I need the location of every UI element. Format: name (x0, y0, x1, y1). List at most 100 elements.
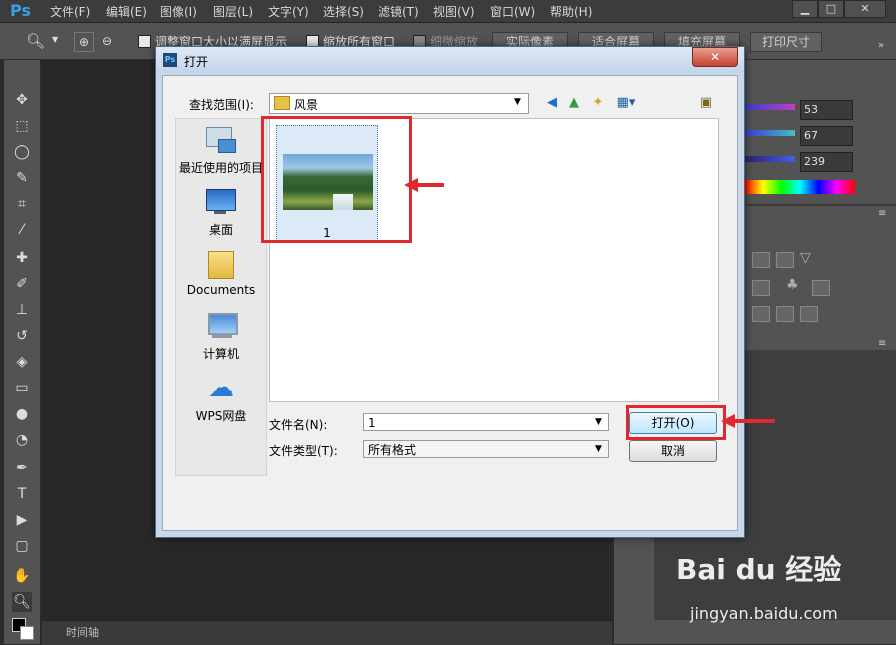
close-window-button[interactable]: ✕ (844, 0, 886, 18)
green-slider[interactable] (745, 130, 795, 136)
zoom-out-icon[interactable]: ⊖ (98, 32, 116, 50)
look-in-label: 查找范围(I): (189, 98, 254, 112)
path-select-icon[interactable]: ▶ (12, 510, 32, 530)
panel-menu-icon[interactable]: ≡ (878, 208, 886, 219)
menu-filter[interactable]: 滤镜(T) (378, 3, 419, 20)
chevron-down-icon[interactable]: ▼ (595, 444, 602, 454)
zoom-in-icon[interactable]: ⊕ (74, 32, 94, 52)
exposure-icon[interactable] (776, 252, 794, 268)
type-tool-icon[interactable]: T (12, 484, 32, 504)
menu-type[interactable]: 文字(Y) (268, 3, 309, 20)
chevron-down-icon[interactable]: ▼ (595, 417, 602, 427)
panel-divider (746, 204, 896, 206)
panel-collapse-icon[interactable]: » (878, 40, 884, 51)
filename-label: 文件名(N): (269, 418, 328, 432)
dialog-titlebar: Ps 打开 ✕ (156, 47, 744, 73)
place-recent[interactable]: 最近使用的项目 (176, 159, 266, 176)
stamp-tool-icon[interactable]: ⊥ (12, 300, 32, 320)
folder-icon (274, 96, 290, 110)
chevron-down-icon[interactable]: ▼ (52, 35, 58, 44)
dodge-tool-icon[interactable]: ◔ (12, 430, 32, 450)
menu-file[interactable]: 文件(F) (50, 3, 90, 20)
place-documents[interactable]: Documents (176, 283, 266, 297)
blue-value-field[interactable]: 239 (800, 152, 853, 172)
menu-edit[interactable]: 编辑(E) (106, 3, 147, 20)
cloud-icon[interactable]: ☁ (204, 373, 238, 403)
quick-select-tool-icon[interactable]: ✎ (12, 168, 32, 188)
place-desktop[interactable]: 桌面 (176, 221, 266, 238)
print-size-button[interactable]: 打印尺寸 (750, 32, 822, 52)
menu-select[interactable]: 选择(S) (323, 3, 364, 20)
menu-view[interactable]: 视图(V) (433, 3, 475, 20)
gradient-map-icon[interactable]: ▽ (800, 250, 811, 266)
move-tool-icon[interactable]: ✥ (12, 90, 32, 110)
layers-menu-icon[interactable]: ≡ (878, 338, 886, 349)
green-value-field[interactable]: 67 (800, 126, 853, 146)
documents-folder-icon[interactable] (204, 247, 238, 279)
filename-value: 1 (368, 416, 376, 430)
filename-input[interactable]: 1 (363, 413, 609, 431)
resize-windows-checkbox[interactable] (138, 35, 151, 48)
red-slider[interactable] (745, 104, 795, 110)
menubar: Ps 文件(F) 编辑(E) 图像(I) 图层(L) 文字(Y) 选择(S) 滤… (0, 0, 896, 23)
posterize-icon[interactable] (752, 306, 770, 322)
look-in-dropdown[interactable]: 风景 ▼ (269, 93, 529, 114)
place-wps-cloud[interactable]: WPS网盘 (176, 407, 266, 424)
computer-icon[interactable] (204, 311, 238, 341)
healing-brush-icon[interactable]: ✚ (12, 248, 32, 268)
favorites-folder-icon[interactable]: ▣ (697, 94, 715, 112)
back-icon[interactable]: ◀ (543, 94, 561, 112)
eraser-tool-icon[interactable]: ◈ (12, 352, 32, 372)
background-color-swatch[interactable] (20, 626, 34, 640)
timeline-tab[interactable]: 时间轴 (66, 624, 99, 640)
red-arrow-open-body (733, 419, 775, 423)
threshold-icon[interactable] (776, 306, 794, 322)
lasso-tool-icon[interactable]: ◯ (12, 142, 32, 162)
highlight-box-open (626, 405, 726, 440)
red-arrow-file-body (416, 183, 444, 187)
menu-image[interactable]: 图像(I) (160, 3, 197, 20)
zoom-tool-icon[interactable]: 🔍︎ (26, 32, 45, 50)
up-folder-icon[interactable]: ▲ (565, 94, 583, 112)
chevron-down-icon[interactable]: ▼ (514, 97, 521, 107)
recent-items-icon[interactable] (204, 125, 238, 155)
photoshop-app-icon: Ps (163, 53, 177, 67)
timeline-panel (42, 620, 612, 645)
crop-tool-icon[interactable]: ⌗ (12, 194, 32, 214)
channel-mixer-icon[interactable]: ♣ (786, 277, 799, 293)
red-value-field[interactable]: 53 (800, 100, 853, 120)
hand-tool-icon[interactable]: ✋ (12, 566, 32, 586)
open-dialog: Ps 打开 ✕ 查找范围(I): 风景 ▼ ◀ ▲ ✦ ▦▾ ▣ 最近使用的项目… (155, 46, 745, 538)
color-lookup-icon[interactable] (812, 280, 830, 296)
eyedropper-tool-icon[interactable]: ⁄ (12, 220, 32, 240)
menu-layer[interactable]: 图层(L) (213, 3, 253, 20)
color-spectrum[interactable] (745, 180, 855, 194)
new-folder-icon[interactable]: ✦ (589, 94, 607, 112)
dialog-close-button[interactable]: ✕ (692, 47, 738, 67)
marquee-tool-icon[interactable]: ⬚ (12, 116, 32, 136)
filetype-label: 文件类型(T): (269, 444, 338, 458)
minimize-button[interactable]: ▁ (792, 0, 818, 18)
place-computer[interactable]: 计算机 (176, 345, 266, 362)
blur-tool-icon[interactable]: ● (12, 404, 32, 424)
desktop-icon[interactable] (204, 187, 238, 217)
places-bar: 最近使用的项目 桌面 Documents 计算机 ☁ WPS网盘 (175, 118, 267, 476)
menu-help[interactable]: 帮助(H) (550, 3, 592, 20)
selective-color-icon[interactable] (800, 306, 818, 322)
photoshop-logo: Ps (10, 1, 31, 20)
zoom-tool-icon[interactable]: 🔍︎ (12, 592, 32, 612)
filetype-dropdown[interactable]: 所有格式 (363, 440, 609, 458)
blue-slider[interactable] (745, 156, 795, 162)
pen-tool-icon[interactable]: ✒ (12, 458, 32, 478)
brush-tool-icon[interactable]: ✐ (12, 274, 32, 294)
menu-window[interactable]: 窗口(W) (490, 3, 535, 20)
shape-tool-icon[interactable]: ▢ (12, 536, 32, 556)
cancel-button[interactable]: 取消 (629, 440, 717, 462)
curves-icon[interactable] (752, 252, 770, 268)
view-menu-icon[interactable]: ▦▾ (613, 94, 639, 112)
gradient-tool-icon[interactable]: ▭ (12, 378, 32, 398)
maximize-button[interactable]: □ (818, 0, 844, 18)
color-balance-icon[interactable] (752, 280, 770, 296)
history-brush-icon[interactable]: ↺ (12, 326, 32, 346)
dialog-title: 打开 (184, 55, 209, 69)
